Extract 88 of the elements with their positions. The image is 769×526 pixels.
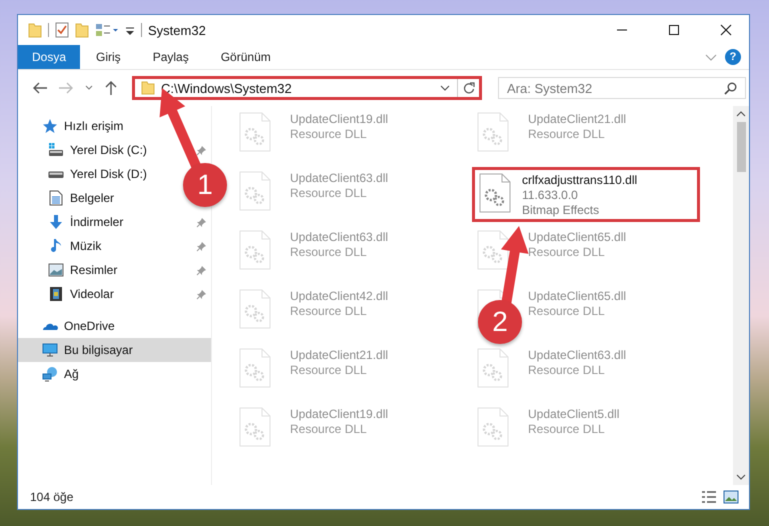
network-icon [42,366,58,382]
file-name: UpdateClient65.dll [528,230,626,244]
file-name: crlfxadjusttrans110.dll [522,173,638,187]
drive-icon [48,170,64,178]
file-detail: Resource DLL [290,245,368,259]
search-icon[interactable] [724,82,737,95]
file-detail: Resource DLL [290,363,368,377]
settings-file-icon [476,112,510,152]
large-icons-view-icon[interactable] [723,490,739,504]
file-name: UpdateClient19.dll [290,112,388,126]
scroll-thumb[interactable] [736,122,746,172]
ribbon-tab[interactable]: Paylaş [136,45,205,69]
refresh-icon [462,82,474,94]
settings-file-icon [238,112,272,152]
pin-icon[interactable] [196,216,207,228]
sidebar-item[interactable]: Videolar [18,282,211,306]
settings-file-icon [476,348,510,388]
item-count: 104 öğe [30,490,74,504]
scrollbar[interactable] [733,106,749,485]
up-arrow-icon[interactable] [104,80,118,96]
window-title: System32 [148,22,206,38]
scroll-down-icon[interactable] [736,473,746,481]
settings-file-icon [238,230,272,270]
file-detail: Resource DLL [528,127,606,141]
sidebar-item[interactable]: İndirmeler [18,210,211,234]
sidebar-item[interactable]: Belgeler [18,186,118,210]
film-icon [48,286,64,302]
view-options-icon[interactable] [95,22,119,38]
maximize-icon [668,24,680,36]
picture-icon [48,262,64,278]
pin-icon[interactable] [196,144,207,156]
file-detail: Resource DLL [528,363,606,377]
file-item[interactable]: crlfxadjusttrans110.dll 11.633.0.0 Bitmap Effects [472,167,700,222]
file-detail: Resource DLL [290,186,368,200]
sidebar-item[interactable]: Ağ [18,362,211,386]
close-icon [720,24,732,36]
settings-file-icon [476,407,510,447]
settings-file-icon [238,289,272,329]
file-name: UpdateClient19.dll [290,407,388,421]
file-detail: Resource DLL [528,304,606,318]
back-arrow-icon[interactable] [32,81,48,95]
drive-icon [48,142,64,158]
file-name: UpdateClient21.dll [290,348,388,362]
computer-icon [42,342,58,358]
scroll-up-icon[interactable] [736,110,746,118]
file-detail: Resource DLL [290,127,368,141]
sidebar-item[interactable]: OneDrive [18,314,211,338]
file-detail: Resource DLL [528,422,606,436]
sidebar-item[interactable]: Resimler [18,258,211,282]
file-name: UpdateClient63.dll [290,171,388,185]
address-path: C:\Windows\System32 [161,80,293,96]
file-name: UpdateClient21.dll [528,112,626,126]
settings-file-icon [238,348,272,388]
properties-icon[interactable] [55,22,69,38]
details-view-icon[interactable] [701,490,717,504]
pin-icon[interactable] [196,240,207,252]
help-button[interactable]: ? [725,49,741,65]
file-detail: Resource DLL [290,304,368,318]
dropdown-caret-icon[interactable] [439,83,451,93]
file-detail: Resource DLL [528,245,606,259]
file-detail: 11.633.0.0 [522,188,579,202]
sidebar-item[interactable]: Müzik [18,234,211,258]
file-name: UpdateClient65.dll [528,289,626,303]
folder-icon [141,81,155,95]
address-bar[interactable]: C:\Windows\System32 [132,76,482,100]
sidebar-item[interactable]: Yerel Disk (D:) [18,162,151,186]
settings-file-icon [476,230,510,270]
download-arrow-icon [48,214,64,230]
file-name: UpdateClient63.dll [290,230,388,244]
file-name: UpdateClient63.dll [528,348,626,362]
file-name: UpdateClient5.dll [528,407,620,421]
sidebar-item[interactable]: Hızlı erişim [18,114,211,138]
search-field[interactable]: Ara: System32 [498,77,746,99]
file-detail: Resource DLL [290,422,368,436]
expand-ribbon-icon[interactable] [705,52,717,62]
pin-icon[interactable] [196,264,207,276]
ribbon-tab[interactable]: Giriş [80,45,137,69]
settings-file-icon [478,173,512,213]
ribbon-tab[interactable]: Dosya [18,45,80,69]
pin-icon[interactable] [196,288,207,300]
settings-file-icon [238,171,272,211]
sidebar-item[interactable]: Bu bilgisayar [18,338,211,362]
file-name: UpdateClient42.dll [290,289,388,303]
settings-file-icon [238,407,272,447]
star-icon [42,118,58,134]
ribbon-tab[interactable]: Görünüm [204,45,287,69]
document-icon [48,190,64,206]
file-detail: Bitmap Effects [522,203,600,217]
